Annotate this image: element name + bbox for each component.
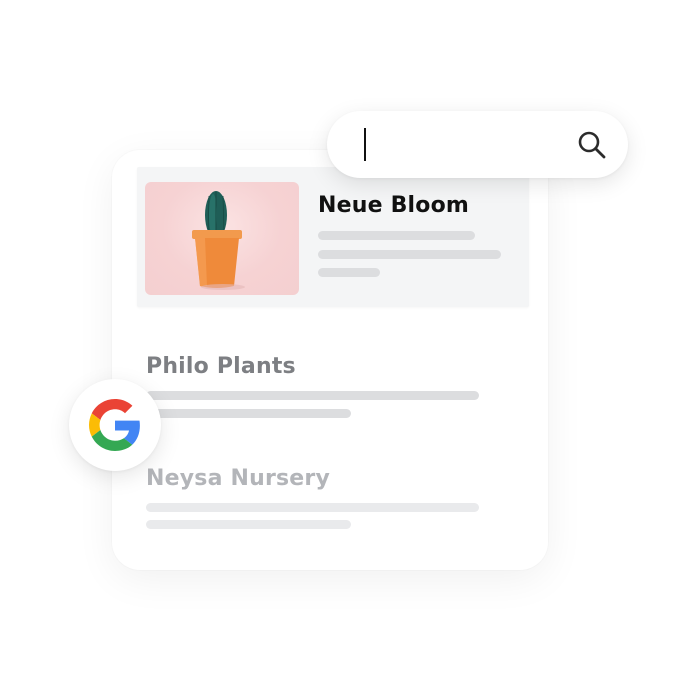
text-placeholder-line (318, 268, 380, 277)
search-input[interactable] (357, 125, 565, 163)
text-placeholder-line (146, 409, 351, 418)
text-placeholder-line (146, 391, 479, 400)
text-cursor (364, 128, 366, 161)
potted-cactus-image (192, 191, 245, 290)
google-badge (69, 379, 161, 471)
text-placeholder-line (318, 231, 475, 240)
featured-result-image (145, 182, 299, 295)
featured-result[interactable]: Neue Bloom (137, 167, 529, 307)
result-title-neysa-nursery[interactable]: Neysa Nursery (146, 466, 330, 491)
text-placeholder-line (318, 250, 501, 259)
text-placeholder-line (146, 520, 351, 529)
text-placeholder-line (146, 503, 479, 512)
featured-result-title: Neue Bloom (318, 193, 470, 218)
search-icon[interactable] (577, 130, 607, 160)
result-title-philo-plants[interactable]: Philo Plants (146, 354, 296, 379)
search-bar[interactable] (327, 111, 628, 178)
illustration-stage: Neue Bloom Philo Plants Neysa Nursery (0, 0, 700, 700)
google-g-icon (89, 399, 140, 451)
